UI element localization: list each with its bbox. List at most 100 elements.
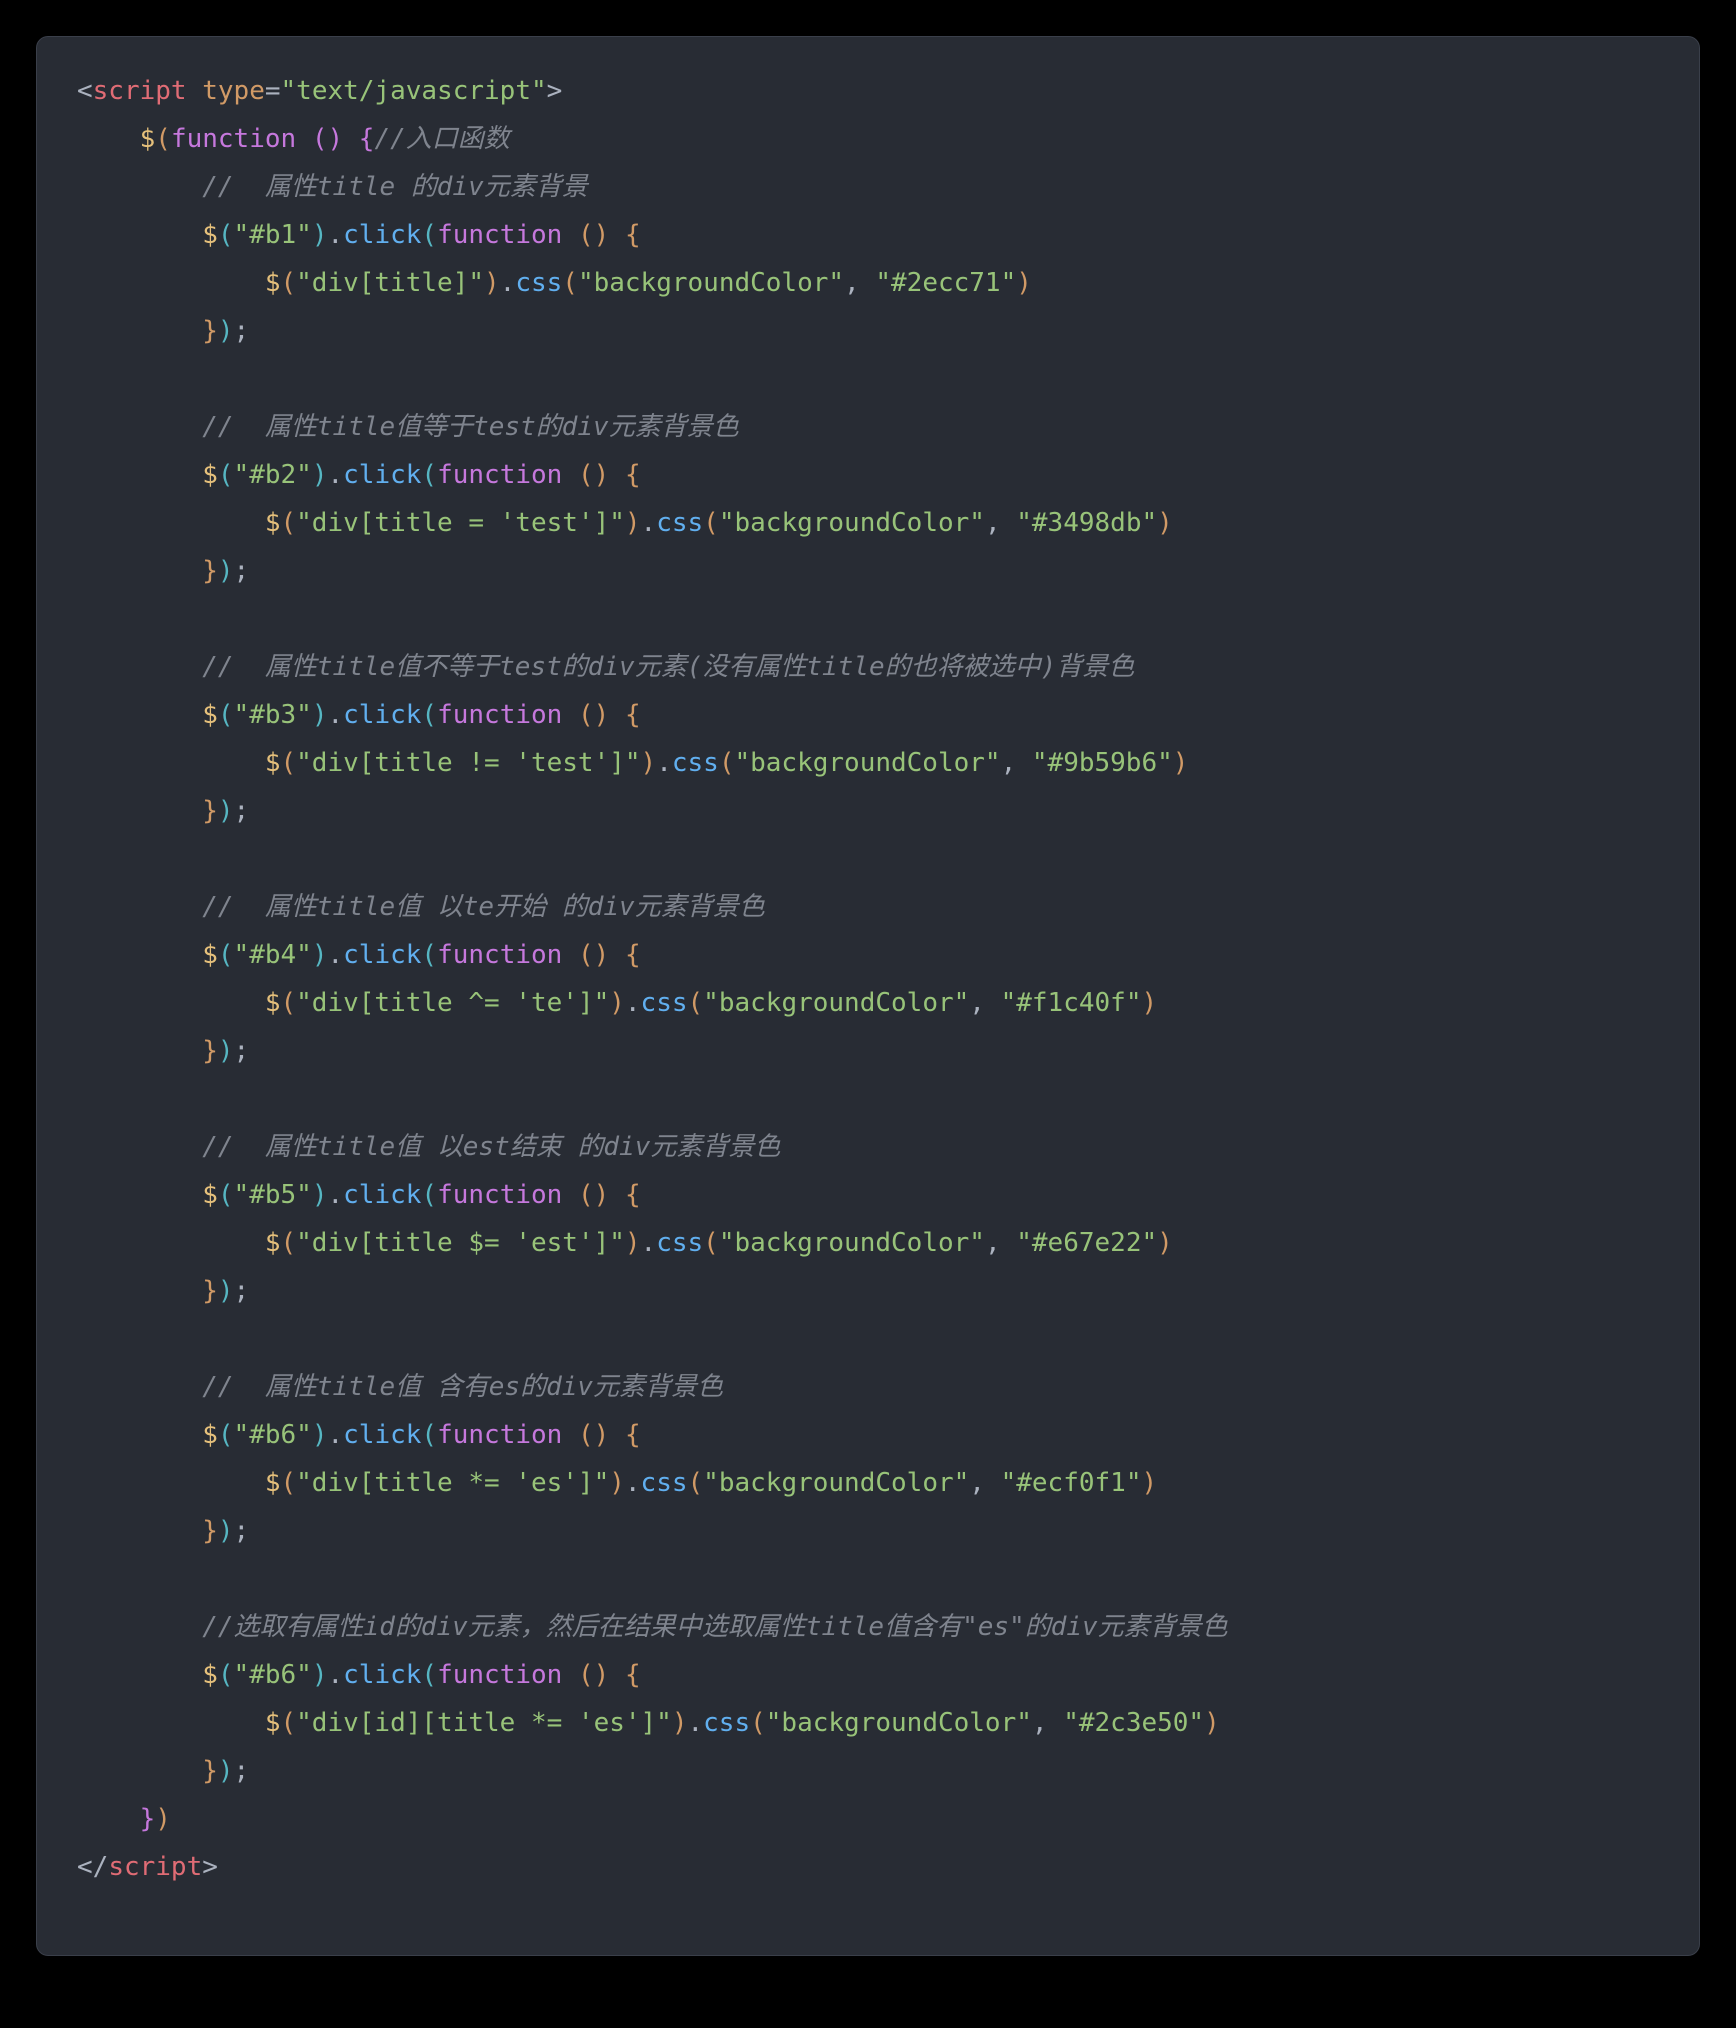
method-click: click	[343, 700, 421, 730]
brace: }	[202, 316, 218, 346]
brace: {	[625, 700, 641, 730]
css-prop: "backgroundColor"	[703, 1468, 969, 1498]
paren: )	[312, 220, 328, 250]
css-color-2: "#3498db"	[1016, 508, 1157, 538]
kw-function: function	[171, 124, 296, 154]
sel-b4: "#b4"	[234, 940, 312, 970]
dot: .	[500, 268, 516, 298]
method-css: css	[656, 1228, 703, 1258]
kw-function: function	[437, 1180, 562, 1210]
inner-sel-2: "div[title = 'test']"	[296, 508, 625, 538]
dot: .	[641, 1228, 657, 1258]
paren: )	[312, 460, 328, 490]
brace: }	[202, 1276, 218, 1306]
paren: (	[421, 1660, 437, 1690]
comment-4: // 属性title值 以te开始 的div元素背景色	[202, 892, 764, 922]
sel-b1: "#b1"	[234, 220, 312, 250]
method-css: css	[703, 1708, 750, 1738]
kw-function: function	[437, 940, 562, 970]
dollar: $	[265, 1468, 281, 1498]
css-prop: "backgroundColor"	[578, 268, 844, 298]
paren: )	[1157, 1228, 1173, 1258]
paren: )	[218, 1516, 234, 1546]
dollar: $	[265, 988, 281, 1018]
brace: }	[202, 796, 218, 826]
paren: )	[672, 1708, 688, 1738]
brace: }	[202, 1516, 218, 1546]
paren: (	[688, 988, 704, 1018]
paren: )	[1016, 268, 1032, 298]
angle-open: <	[77, 76, 93, 106]
paren: )	[625, 508, 641, 538]
paren: )	[609, 1468, 625, 1498]
paren: )	[218, 1276, 234, 1306]
brace: {	[625, 1660, 641, 1690]
paren: (	[421, 1420, 437, 1450]
paren: (	[281, 268, 297, 298]
paren: )	[312, 1180, 328, 1210]
comma: ,	[1032, 1708, 1063, 1738]
paren: (	[421, 1180, 437, 1210]
dollar: $	[202, 700, 218, 730]
dollar: $	[202, 220, 218, 250]
brace: }	[202, 556, 218, 586]
sel-b2: "#b2"	[234, 460, 312, 490]
dollar: $	[265, 508, 281, 538]
css-prop: "backgroundColor"	[719, 508, 985, 538]
paren: (	[218, 220, 234, 250]
paren: )	[625, 1228, 641, 1258]
paren-open: (	[155, 124, 171, 154]
dollar: $	[265, 1228, 281, 1258]
semi: ;	[234, 796, 250, 826]
paren: (	[281, 508, 297, 538]
code-content: <script type="text/javascript"> $(functi…	[77, 67, 1659, 1891]
paren: (	[421, 220, 437, 250]
dollar: $	[202, 1420, 218, 1450]
equals: =	[265, 76, 281, 106]
dot: .	[656, 748, 672, 778]
comma: ,	[844, 268, 875, 298]
dollar: $	[265, 748, 281, 778]
inner-sel-1: "div[title]"	[296, 268, 484, 298]
paren: )	[1141, 1468, 1157, 1498]
brace: {	[625, 1420, 641, 1450]
semi: ;	[234, 316, 250, 346]
kw-function: function	[437, 220, 562, 250]
comma: ,	[985, 1228, 1016, 1258]
paren: ()	[578, 1660, 609, 1690]
css-color-7: "#2c3e50"	[1063, 1708, 1204, 1738]
paren: )	[484, 268, 500, 298]
method-css: css	[641, 988, 688, 1018]
paren: (	[312, 124, 328, 154]
semi: ;	[234, 556, 250, 586]
inner-sel-3: "div[title != 'test']"	[296, 748, 640, 778]
method-css: css	[656, 508, 703, 538]
paren-close: )	[155, 1804, 171, 1834]
semi: ;	[234, 1276, 250, 1306]
paren: )	[218, 1036, 234, 1066]
css-prop: "backgroundColor"	[734, 748, 1000, 778]
comma: ,	[969, 1468, 1000, 1498]
tag-script: script	[93, 76, 187, 106]
paren: (	[750, 1708, 766, 1738]
paren: ()	[578, 940, 609, 970]
css-prop: "backgroundColor"	[766, 1708, 1032, 1738]
paren: ()	[578, 460, 609, 490]
kw-function: function	[437, 460, 562, 490]
paren: (	[281, 1468, 297, 1498]
paren: ()	[578, 700, 609, 730]
method-click: click	[343, 940, 421, 970]
paren: )	[218, 556, 234, 586]
method-css: css	[641, 1468, 688, 1498]
inner-sel-6: "div[title *= 'es']"	[296, 1468, 609, 1498]
method-click: click	[343, 460, 421, 490]
dollar: $	[202, 460, 218, 490]
paren: )	[312, 700, 328, 730]
inner-sel-5: "div[title $= 'est']"	[296, 1228, 625, 1258]
dollar: $	[202, 1180, 218, 1210]
semi: ;	[234, 1756, 250, 1786]
paren: (	[421, 700, 437, 730]
brace: }	[202, 1756, 218, 1786]
attr-value: "text/javascript"	[281, 76, 547, 106]
css-prop: "backgroundColor"	[703, 988, 969, 1018]
